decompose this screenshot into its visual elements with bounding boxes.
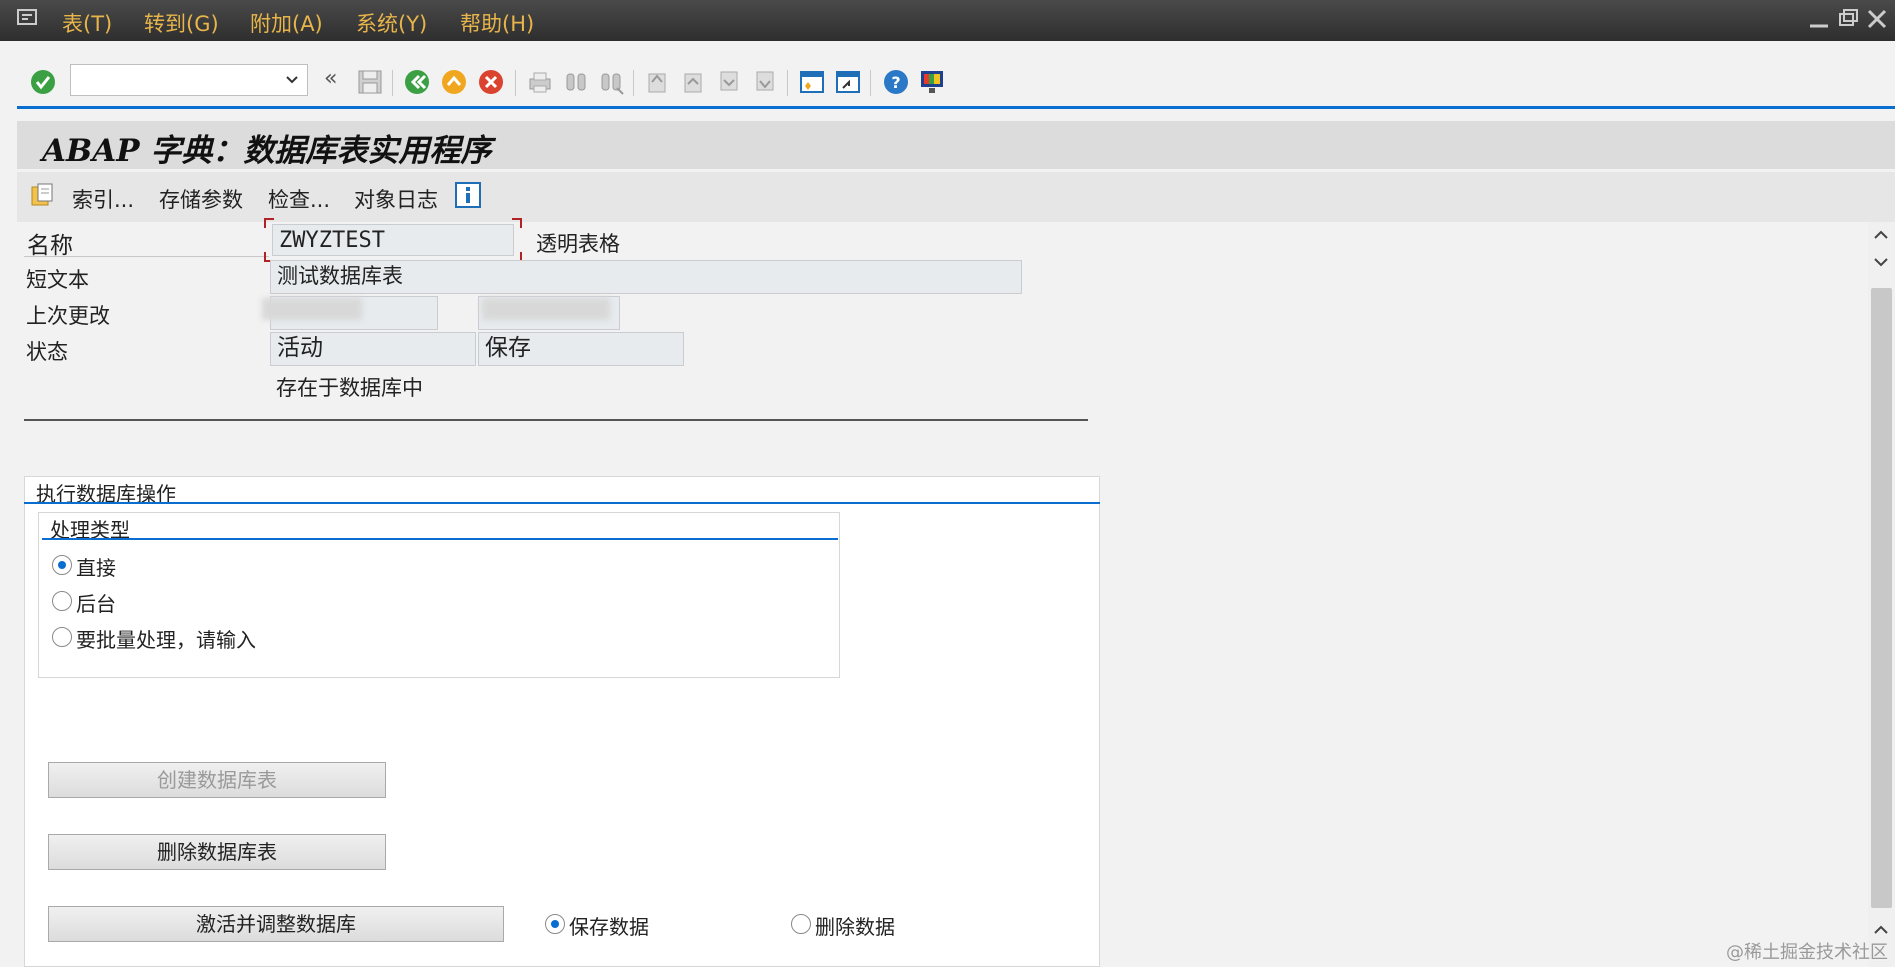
last-change-label: 上次更改 xyxy=(26,304,110,328)
redacted-user xyxy=(262,298,362,320)
chevron-down-icon[interactable] xyxy=(285,69,299,93)
processing-type-title-line xyxy=(42,538,838,540)
processing-type-group xyxy=(38,512,840,678)
status-note: 存在于数据库中 xyxy=(276,376,423,400)
create-db-table-button[interactable]: 创建数据库表 xyxy=(48,762,386,798)
menu-bar: 表(T) 转到(G) 附加(A) 系统(Y) 帮助(H) xyxy=(0,0,1895,41)
enter-icon[interactable] xyxy=(29,68,57,96)
restore-icon[interactable] xyxy=(1838,6,1860,36)
radio-batch[interactable] xyxy=(52,627,72,647)
storage-parameters-button[interactable]: 存储参数 xyxy=(159,184,243,214)
radio-save-data-label: 保存数据 xyxy=(569,915,649,939)
next-page-icon[interactable] xyxy=(715,68,743,96)
db-operations-title-line xyxy=(24,502,1100,504)
short-text-input[interactable]: 测试数据库表 xyxy=(270,260,1022,294)
name-label: 名称 xyxy=(27,233,73,259)
find-icon[interactable] xyxy=(562,68,590,96)
radio-direct[interactable] xyxy=(52,555,72,575)
customize-layout-icon[interactable] xyxy=(918,68,946,96)
collapse-icon[interactable]: « xyxy=(324,66,337,91)
scroll-down-icon[interactable] xyxy=(1872,253,1890,274)
menu-goto[interactable]: 转到(G) xyxy=(144,8,219,38)
activate-adjust-db-button[interactable]: 激活并调整数据库 xyxy=(48,906,504,942)
print-icon[interactable] xyxy=(526,68,554,96)
command-field[interactable] xyxy=(70,64,308,96)
info-icon[interactable] xyxy=(455,182,481,212)
new-document-icon[interactable] xyxy=(28,181,56,213)
find-next-icon[interactable] xyxy=(597,68,625,96)
radio-delete-data[interactable] xyxy=(791,914,811,934)
watermark-text: @稀土掘金技术社区 xyxy=(1726,942,1888,963)
toolbar-divider xyxy=(17,106,1895,109)
shortcut-icon[interactable] xyxy=(834,68,862,96)
name-label-underline xyxy=(24,256,269,257)
short-text-label: 短文本 xyxy=(26,268,89,292)
scrollbar-thumb[interactable] xyxy=(1871,288,1892,908)
status-label: 状态 xyxy=(26,340,68,364)
system-menu-icon[interactable] xyxy=(16,6,40,32)
redacted-date xyxy=(482,298,610,320)
minimize-icon[interactable] xyxy=(1808,6,1830,36)
menu-table[interactable]: 表(T) xyxy=(62,8,112,38)
index-button[interactable]: 索引... xyxy=(72,184,134,214)
radio-background-label: 后台 xyxy=(76,592,116,616)
delete-db-table-button[interactable]: 删除数据库表 xyxy=(48,834,386,870)
last-page-icon[interactable] xyxy=(751,68,779,96)
status-active-field: 活动 xyxy=(270,332,476,366)
check-button[interactable]: 检查... xyxy=(268,184,330,214)
radio-background[interactable] xyxy=(52,591,72,611)
first-page-icon[interactable] xyxy=(643,68,671,96)
help-icon[interactable]: ? xyxy=(882,68,910,96)
create-session-icon[interactable] xyxy=(798,68,826,96)
focus-frame xyxy=(264,218,522,262)
radio-direct-label: 直接 xyxy=(76,556,116,580)
svg-text:?: ? xyxy=(891,73,900,92)
menu-system[interactable]: 系统(Y) xyxy=(356,8,427,38)
object-log-button[interactable]: 对象日志 xyxy=(354,184,438,214)
exit-icon[interactable] xyxy=(440,68,468,96)
close-icon[interactable] xyxy=(1866,6,1888,36)
scroll-up-icon[interactable] xyxy=(1872,225,1890,246)
save-icon[interactable] xyxy=(356,68,384,96)
page-title: ABAP 字典：数据库表实用程序 xyxy=(42,133,492,169)
radio-batch-label: 要批量处理，请输入 xyxy=(76,628,256,652)
menu-help[interactable]: 帮助(H) xyxy=(460,8,534,38)
status-saved-field: 保存 xyxy=(478,332,684,366)
radio-delete-data-label: 删除数据 xyxy=(815,915,895,939)
back-icon[interactable] xyxy=(403,68,431,96)
previous-page-icon[interactable] xyxy=(679,68,707,96)
section-divider xyxy=(24,419,1088,421)
menu-extras[interactable]: 附加(A) xyxy=(250,8,323,38)
cancel-icon[interactable] xyxy=(477,68,505,96)
radio-save-data[interactable] xyxy=(545,914,565,934)
table-type-text: 透明表格 xyxy=(536,232,620,256)
